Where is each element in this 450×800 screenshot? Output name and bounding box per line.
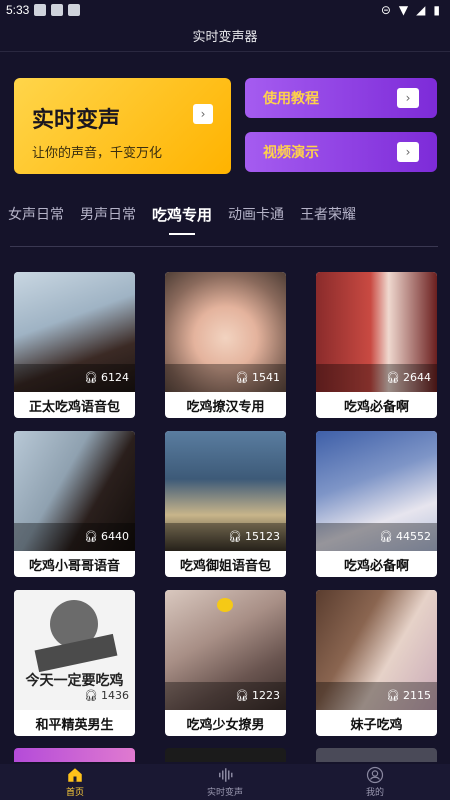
tabs-divider bbox=[10, 246, 438, 247]
card-title: 吃鸡御姐语音包 bbox=[179, 558, 271, 574]
voice-pack-card[interactable]: 🎧︎ 6440 吃鸡小哥哥语音 bbox=[14, 431, 135, 577]
signal-icon: ◢ bbox=[416, 3, 426, 17]
voice-pack-card-peek[interactable] bbox=[165, 748, 286, 762]
voice-pack-card[interactable]: 🎧︎ 2644 吃鸡必备啊 bbox=[316, 272, 437, 418]
play-count: 🎧︎ 2115 bbox=[386, 689, 431, 702]
tab-chicken-dinner[interactable]: 吃鸡专用 bbox=[152, 204, 213, 235]
user-icon bbox=[366, 766, 384, 784]
play-count: 🎧︎ 2644 bbox=[386, 371, 431, 384]
voice-pack-card-peek[interactable] bbox=[316, 748, 437, 762]
voice-pack-card[interactable]: 🎧︎ 6124 正太吃鸡语音包 bbox=[14, 272, 135, 418]
headphones-icon: 🎧︎ bbox=[84, 689, 98, 702]
tab-indicator bbox=[169, 233, 195, 235]
card-title: 吃鸡小哥哥语音 bbox=[28, 558, 120, 574]
tutorial-label: 使用教程 bbox=[263, 91, 319, 107]
tab-male-daily[interactable]: 男声日常 bbox=[80, 204, 136, 225]
tutorial-button[interactable]: 使用教程 › bbox=[245, 78, 437, 118]
tab-label: 吃鸡专用 bbox=[152, 206, 213, 224]
chevron-right-icon[interactable]: › bbox=[397, 142, 419, 162]
hair-clip-icon bbox=[217, 598, 233, 612]
headphones-icon: 🎧︎ bbox=[235, 371, 249, 384]
play-count: 🎧︎ 6124 bbox=[84, 371, 129, 384]
card-title: 吃鸡撩汉专用 bbox=[186, 399, 265, 415]
headphones-icon: 🎧︎ bbox=[386, 371, 400, 384]
status-time: 5:33 bbox=[6, 3, 30, 17]
headphones-icon: 🎧︎ bbox=[386, 689, 400, 702]
battery-icon: ▮ bbox=[433, 3, 440, 17]
headphones-icon: 🎧︎ bbox=[84, 371, 98, 384]
headphones-icon: 🎧︎ bbox=[379, 530, 393, 543]
play-count: 🎧︎ 1436 bbox=[84, 689, 129, 702]
notification-icon bbox=[34, 4, 47, 16]
android-icon bbox=[68, 4, 81, 16]
notification-icon-2 bbox=[51, 4, 64, 16]
play-count: 🎧︎ 1223 bbox=[235, 689, 280, 702]
status-bar: 5:33 ⊝ ▼ ◢ ▮ bbox=[0, 0, 450, 20]
wifi-icon: ▼ bbox=[398, 3, 409, 17]
hero-subtitle: 让你的声音，千变万化 bbox=[32, 146, 163, 161]
card-title: 吃鸡必备啊 bbox=[343, 558, 409, 574]
headphones-icon: 🎧︎ bbox=[228, 530, 242, 543]
play-count: 🎧︎ 1541 bbox=[235, 371, 280, 384]
play-count: 🎧︎ 15123 bbox=[228, 530, 280, 543]
nav-realtime-label: 实时变声 bbox=[206, 788, 243, 798]
bottom-nav: 首页 实时变声 我的 bbox=[0, 764, 450, 800]
nav-profile-label: 我的 bbox=[365, 788, 384, 798]
tab-female-daily[interactable]: 女声日常 bbox=[8, 204, 64, 225]
hero-realtime-voice-card[interactable]: 实时变声 让你的声音，千变万化 › bbox=[14, 78, 231, 174]
divider bbox=[0, 51, 450, 52]
meme-caption: 今天一定要吃鸡 bbox=[25, 673, 124, 689]
category-tabs: 女声日常 男声日常 吃鸡专用 动画卡通 王者荣耀 bbox=[8, 204, 450, 235]
voice-pack-card[interactable]: 🎧︎ 44552 吃鸡必备啊 bbox=[316, 431, 437, 577]
page-title: 实时变声器 bbox=[192, 30, 258, 45]
headphones-icon: 🎧︎ bbox=[84, 530, 98, 543]
nav-realtime[interactable]: 实时变声 bbox=[150, 764, 300, 800]
card-title: 妹子吃鸡 bbox=[350, 717, 403, 733]
nav-home-label: 首页 bbox=[65, 788, 84, 798]
tab-honor-of-kings[interactable]: 王者荣耀 bbox=[300, 204, 356, 225]
tab-cartoon[interactable]: 动画卡通 bbox=[228, 204, 284, 225]
play-count: 🎧︎ 44552 bbox=[379, 530, 431, 543]
voice-pack-card[interactable]: 🎧︎ 15123 吃鸡御姐语音包 bbox=[165, 431, 286, 577]
headphones-icon: 🎧︎ bbox=[235, 689, 249, 702]
video-demo-label: 视频演示 bbox=[263, 145, 319, 161]
chevron-right-icon[interactable]: › bbox=[193, 104, 213, 124]
nav-home[interactable]: 首页 bbox=[0, 764, 150, 800]
play-count: 🎧︎ 6440 bbox=[84, 530, 129, 543]
link-icon: ⊝ bbox=[380, 3, 391, 17]
hero-title: 实时变声 bbox=[32, 108, 121, 133]
card-title: 吃鸡少女撩男 bbox=[186, 717, 265, 733]
card-title: 吃鸡必备啊 bbox=[343, 399, 409, 415]
waveform-icon bbox=[219, 768, 233, 782]
nav-profile[interactable]: 我的 bbox=[300, 764, 450, 800]
home-icon bbox=[68, 768, 82, 782]
card-title: 和平精英男生 bbox=[35, 717, 114, 733]
video-demo-button[interactable]: 视频演示 › bbox=[245, 132, 437, 172]
card-title: 正太吃鸡语音包 bbox=[28, 399, 120, 415]
voice-pack-card[interactable]: 🎧︎ 1223 吃鸡少女撩男 bbox=[165, 590, 286, 736]
voice-pack-card[interactable]: 今天一定要吃鸡 🎧︎ 1436 和平精英男生 bbox=[14, 590, 135, 736]
voice-pack-card[interactable]: 🎧︎ 1541 吃鸡撩汉专用 bbox=[165, 272, 286, 418]
voice-pack-card[interactable]: 🎧︎ 2115 妹子吃鸡 bbox=[316, 590, 437, 736]
voice-pack-card-peek[interactable] bbox=[14, 748, 135, 762]
chevron-right-icon[interactable]: › bbox=[397, 88, 419, 108]
